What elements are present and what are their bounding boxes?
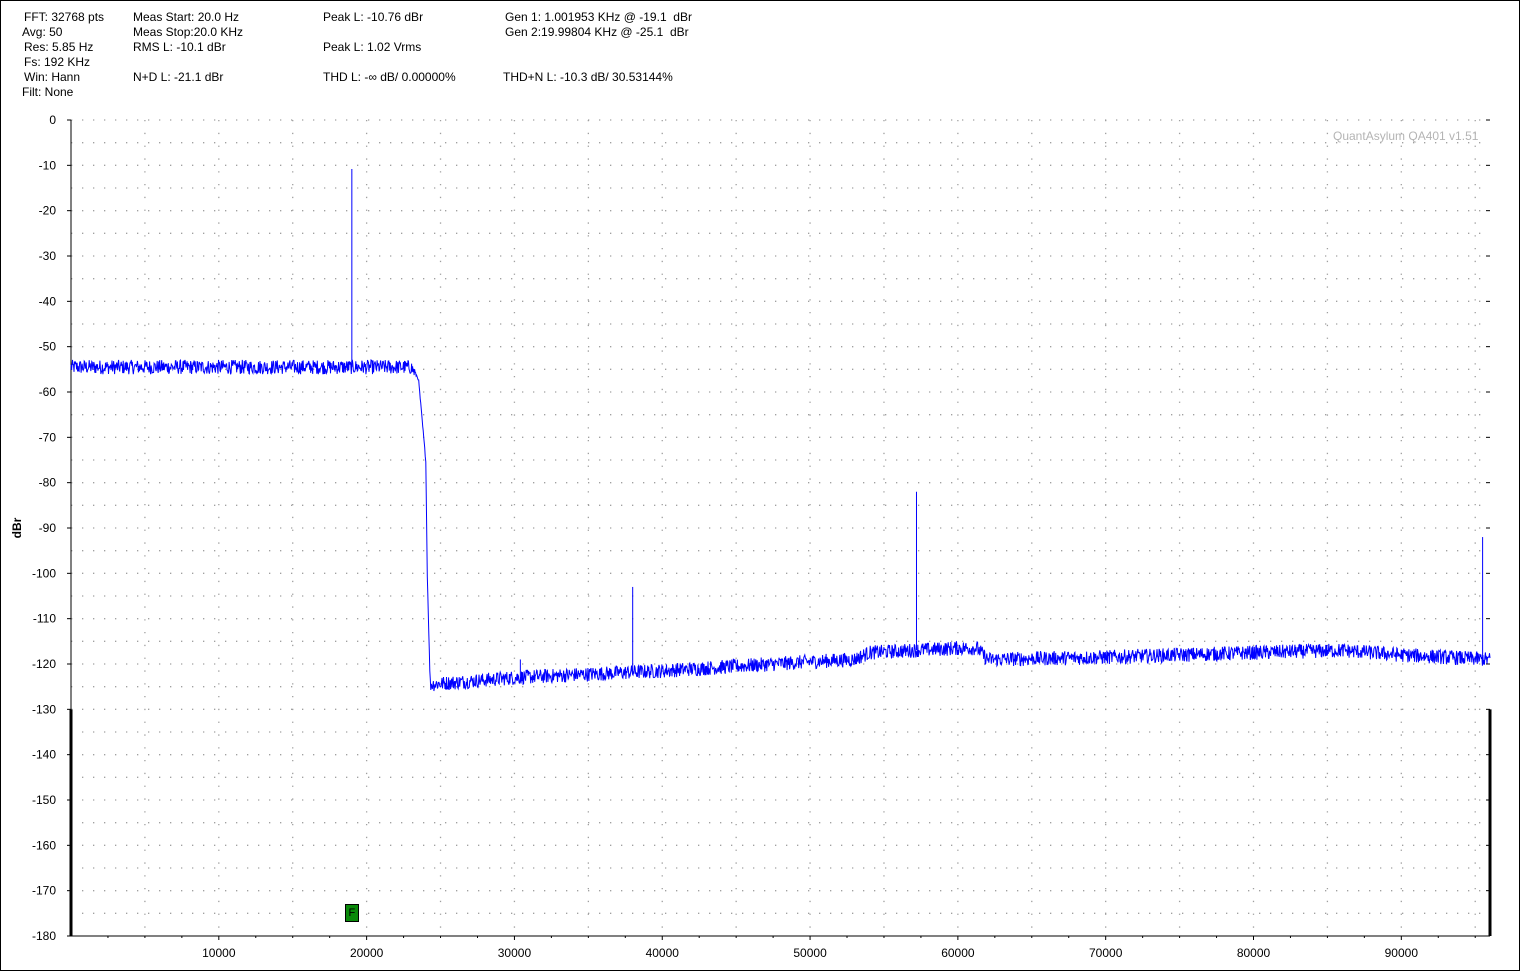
x-tick-label: 30000 (498, 946, 532, 960)
x-tick-label: 90000 (1385, 946, 1419, 960)
y-axis-title: dBr (10, 517, 24, 538)
y-tick-label: -130 (32, 702, 56, 716)
series-noise-floor (70, 359, 1491, 692)
y-tick-label: 0 (49, 113, 56, 127)
fft-chart[interactable]: 0 -10 -20 -30 -40 -50 -60 -70 -80 -90 -100 -110 -120… (0, 0, 1520, 971)
marker-f[interactable]: F (344, 904, 359, 923)
y-tick-label: -60 (39, 385, 57, 399)
x-tick-label: 80000 (1237, 946, 1271, 960)
watermark: QuantAsylum QA401 v1.51 (1333, 129, 1479, 143)
x-tick-label: 40000 (646, 946, 680, 960)
spectrum-trace (70, 168, 1491, 692)
y-tick-label: -150 (32, 793, 56, 807)
axes: 0 -10 -20 -30 -40 -50 -60 -70 -80 -90 -100 -110 -120… (32, 113, 1492, 960)
y-tick-label: -20 (39, 204, 57, 218)
y-tick-label: -80 (39, 476, 57, 490)
x-tick-label: 50000 (793, 946, 827, 960)
y-tick-label: -100 (32, 566, 56, 580)
y-tick-label: -140 (32, 748, 56, 762)
y-tick-label: -70 (39, 430, 57, 444)
y-tick-label: -120 (32, 657, 56, 671)
y-tick-label: -10 (39, 158, 57, 172)
y-tick-label: -50 (39, 340, 57, 354)
y-tick-label: -170 (32, 884, 56, 898)
x-tick-label: 20000 (350, 946, 384, 960)
y-tick-label: -90 (39, 521, 57, 535)
x-tick-label: 60000 (941, 946, 975, 960)
grid (71, 119, 1490, 936)
y-tick-label: -180 (32, 929, 56, 943)
x-tick-label: 10000 (202, 946, 236, 960)
x-tick-label: 70000 (1089, 946, 1123, 960)
y-tick-label: -110 (33, 612, 56, 626)
y-tick-label: -160 (32, 838, 56, 852)
y-tick-label: -40 (39, 294, 57, 308)
y-tick-label: -30 (39, 249, 57, 263)
